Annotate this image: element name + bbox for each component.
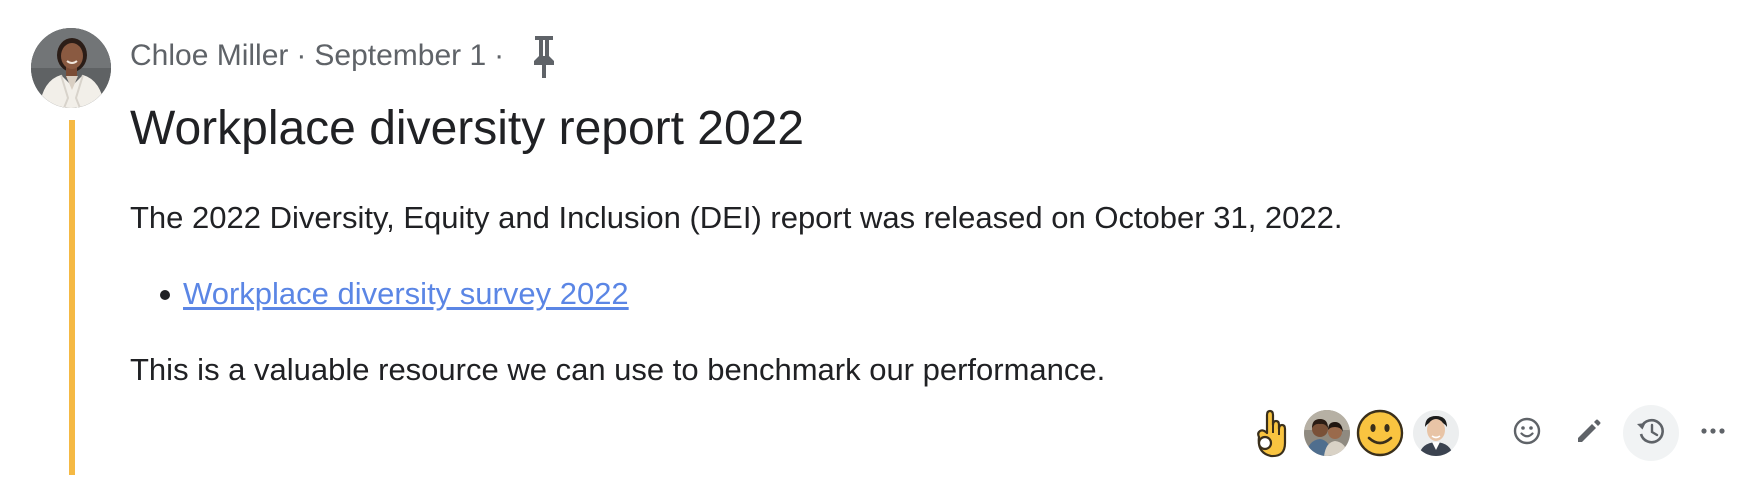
more-options-button[interactable] xyxy=(1685,405,1741,461)
list-item: Workplace diversity survey 2022 xyxy=(130,274,629,314)
link-list: Workplace diversity survey 2022 xyxy=(130,274,629,314)
edit-icon xyxy=(1573,415,1605,452)
pin-icon[interactable] xyxy=(526,32,562,80)
add-reaction-button[interactable] xyxy=(1499,405,1555,461)
thread-accent-bar xyxy=(69,120,75,475)
meta-separator: · xyxy=(296,39,307,72)
post-body-paragraph: This is a valuable resource we can use t… xyxy=(130,352,1106,387)
add-reaction-icon xyxy=(1511,415,1543,452)
history-button[interactable] xyxy=(1623,405,1679,461)
ok-hand-emoji-icon[interactable] xyxy=(1245,407,1297,459)
post-meta: Chloe Miller · September 1 · xyxy=(130,32,562,80)
bullet-icon xyxy=(160,290,170,300)
edit-button[interactable] xyxy=(1561,405,1617,461)
history-icon xyxy=(1634,414,1668,453)
more-icon xyxy=(1697,415,1729,452)
post-body-paragraph: The 2022 Diversity, Equity and Inclusion… xyxy=(130,200,1343,235)
slightly-smiling-face-emoji-icon[interactable] xyxy=(1354,407,1406,459)
author-name[interactable]: Chloe Miller xyxy=(130,39,288,73)
reactor-avatar-man[interactable] xyxy=(1413,410,1459,456)
post-card: Chloe Miller · September 1 · Workplace d… xyxy=(0,0,1747,481)
survey-link[interactable]: Workplace diversity survey 2022 xyxy=(183,276,629,311)
reactor-avatar-couple[interactable] xyxy=(1304,410,1350,456)
post-actions-bar xyxy=(1245,405,1741,461)
meta-separator: · xyxy=(494,39,505,72)
post-title: Workplace diversity report 2022 xyxy=(130,102,805,155)
post-date: September 1 xyxy=(314,39,487,72)
author-avatar[interactable] xyxy=(31,28,111,108)
